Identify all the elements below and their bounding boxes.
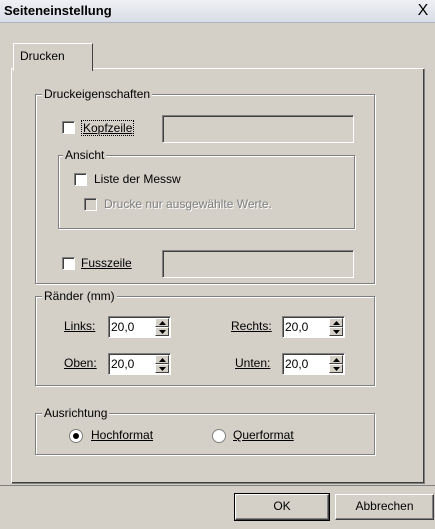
hochformat-label[interactable]: Hochformat <box>91 428 153 442</box>
rechts-spinner[interactable]: 20,0 <box>282 316 345 338</box>
querformat-label-text: Querformat <box>233 428 294 442</box>
tab-drucken[interactable]: Drucken <box>13 43 93 71</box>
rechts-label: Rechts: <box>231 319 272 333</box>
kopfzeile-text-field <box>162 115 354 143</box>
querformat-label[interactable]: Querformat <box>233 428 294 442</box>
oben-spinner[interactable]: 20,0 <box>108 353 171 375</box>
kopfzeile-checkbox[interactable] <box>62 121 75 134</box>
abbrechen-button[interactable]: Abbrechen <box>335 494 434 520</box>
druckeigenschaften-legend: Druckeigenschaften <box>42 87 153 101</box>
links-label-text: Links: <box>64 319 96 333</box>
liste-messwerte-checkbox[interactable] <box>74 173 87 186</box>
links-up-arrow-icon[interactable] <box>155 318 169 327</box>
ausrichtung-group: Ausrichtung <box>35 406 375 455</box>
unten-value: 20,0 <box>285 357 309 371</box>
kopfzeile-label-text: Kopfzeile <box>83 121 133 135</box>
title-bar: Seiteneinstellung X <box>0 0 435 23</box>
links-value: 20,0 <box>111 320 135 334</box>
ansicht-legend: Ansicht <box>63 148 107 162</box>
hochformat-label-text: Hochformat <box>91 428 154 442</box>
kopfzeile-label[interactable]: Kopfzeile <box>81 120 135 136</box>
window-title: Seiteneinstellung <box>4 3 112 18</box>
ausrichtung-legend: Ausrichtung <box>42 406 110 420</box>
oben-up-arrow-icon[interactable] <box>155 355 169 364</box>
unten-up-arrow-icon[interactable] <box>329 355 343 364</box>
oben-down-arrow-icon[interactable] <box>155 364 169 373</box>
rechts-label-text: Rechts: <box>231 319 272 333</box>
ansicht-group: Ansicht <box>58 148 355 229</box>
links-spinner[interactable]: 20,0 <box>108 316 171 338</box>
separator <box>0 485 435 486</box>
raender-legend: Ränder (mm) <box>42 289 117 303</box>
liste-messwerte-label[interactable]: Liste der Messw <box>94 172 181 186</box>
fusszeile-label-text: Fusszeile <box>81 256 132 270</box>
fusszeile-label[interactable]: Fusszeile <box>81 256 132 270</box>
ok-button[interactable]: OK <box>234 493 330 521</box>
rechts-up-arrow-icon[interactable] <box>329 318 343 327</box>
hochformat-radio[interactable] <box>69 429 83 443</box>
close-icon[interactable]: X <box>412 0 434 22</box>
links-label: Links: <box>64 319 95 333</box>
rechts-down-arrow-icon[interactable] <box>329 327 343 336</box>
links-down-arrow-icon[interactable] <box>155 327 169 336</box>
unten-label-text: Unten: <box>235 356 271 370</box>
unten-down-arrow-icon[interactable] <box>329 364 343 373</box>
tab-drucken-label: Drucken <box>20 49 65 63</box>
oben-value: 20,0 <box>111 357 135 371</box>
unten-label: Unten: <box>235 356 270 370</box>
unten-spinner[interactable]: 20,0 <box>282 353 345 375</box>
oben-label: Oben: <box>64 356 97 370</box>
querformat-radio[interactable] <box>212 429 226 443</box>
fusszeile-text-field <box>162 250 354 278</box>
nur-ausgewaehlte-checkbox <box>84 198 97 211</box>
oben-label-text: Oben: <box>64 356 97 370</box>
fusszeile-checkbox[interactable] <box>62 257 75 270</box>
rechts-value: 20,0 <box>285 320 309 334</box>
nur-ausgewaehlte-label: Drucke nur ausgewählte Werte. <box>104 197 272 211</box>
